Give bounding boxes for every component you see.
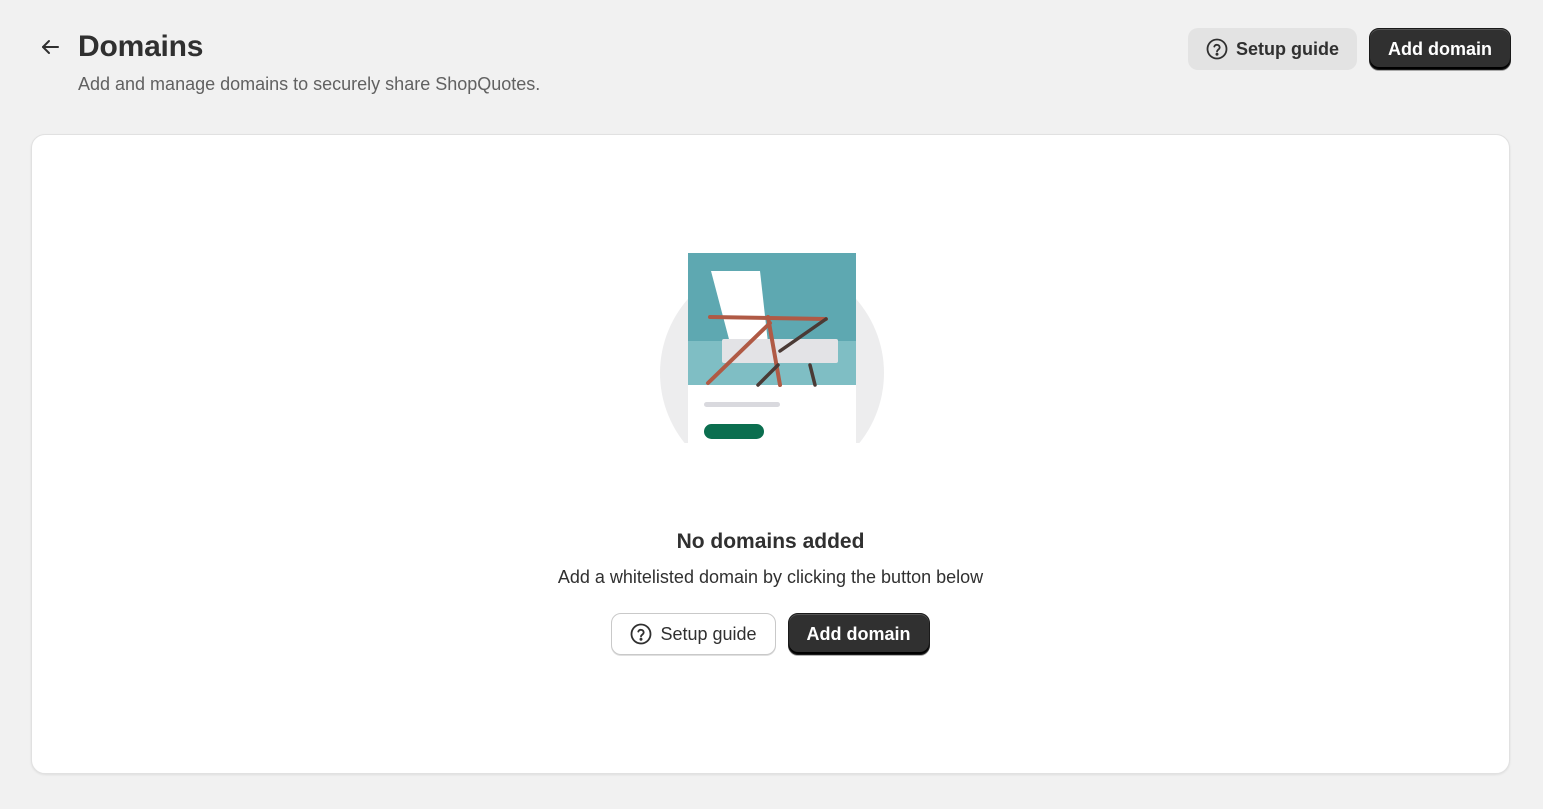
header-setup-guide-button[interactable]: Setup guide (1188, 28, 1357, 70)
empty-add-domain-button[interactable]: Add domain (787, 613, 930, 655)
arrow-left-icon (38, 35, 62, 64)
page-subtitle: Add and manage domains to securely share… (78, 74, 541, 94)
page-title: Domains (78, 30, 204, 63)
header-add-domain-button[interactable]: Add domain (1369, 28, 1511, 70)
back-button[interactable] (34, 34, 66, 64)
header-setup-guide-label: Setup guide (1236, 38, 1339, 59)
empty-state-heading: No domains added (676, 530, 865, 553)
empty-state-text: Add a whitelisted domain by clicking the… (557, 567, 984, 587)
domains-page: Domains Add and manage domains to secure… (0, 0, 1543, 809)
empty-state-actions: Setup guide Add domain (32, 613, 1509, 655)
header-add-domain-label: Add domain (1388, 38, 1492, 59)
empty-state-illustration (660, 253, 884, 493)
empty-setup-guide-label: Setup guide (660, 623, 757, 644)
empty-state-card: No domains added Add a whitelisted domai… (31, 134, 1510, 774)
question-circle-icon (630, 623, 652, 645)
empty-add-domain-label: Add domain (806, 623, 911, 644)
question-circle-icon (1206, 38, 1228, 60)
empty-setup-guide-button[interactable]: Setup guide (611, 613, 776, 655)
header-actions: Setup guide Add domain (1188, 28, 1511, 70)
